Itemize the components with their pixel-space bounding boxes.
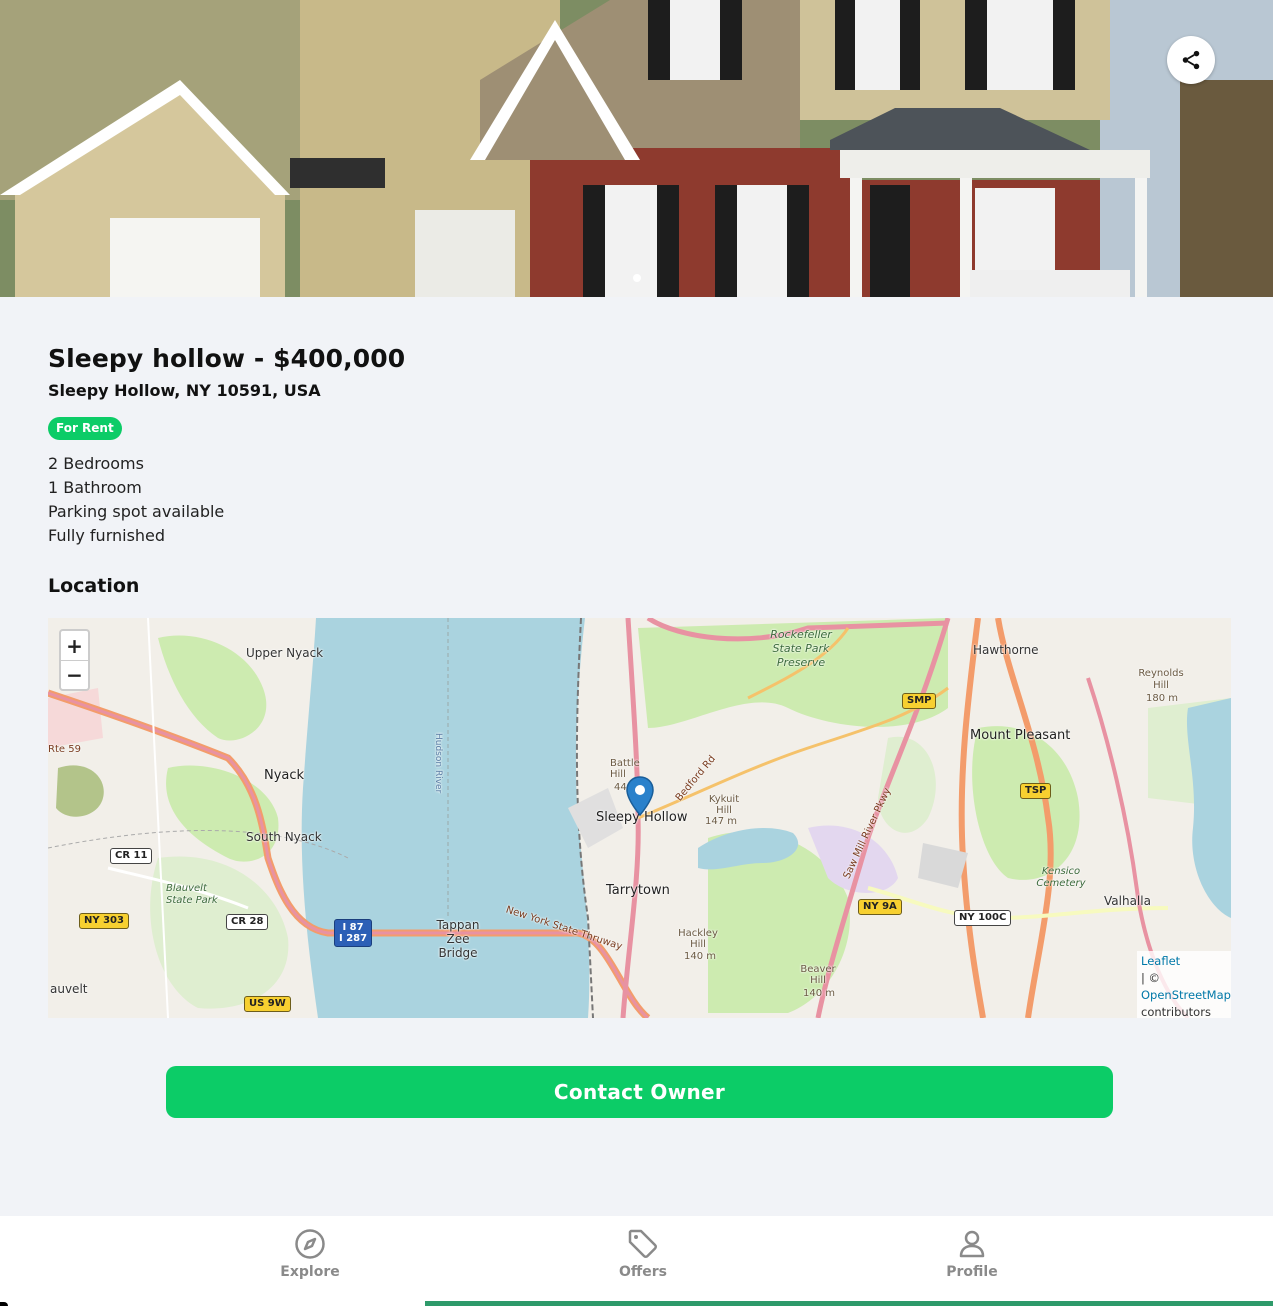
feature-item: Parking spot available (48, 502, 225, 521)
nav-active-indicator (425, 1301, 1273, 1306)
house-image (0, 0, 1273, 297)
nav-item-explore[interactable]: Explore (250, 1228, 370, 1280)
map-label-beaver-elev: 140 m (803, 988, 836, 999)
share-button[interactable] (1167, 36, 1215, 84)
map-label-blauvelt: auvelt (50, 982, 88, 996)
feature-item: 1 Bathroom (48, 478, 142, 497)
map-shield-i87: I 87 I 287 (334, 919, 373, 947)
map-label-nyack: Nyack (264, 768, 305, 783)
listing-address: Sleepy Hollow, NY 10591, USA (48, 381, 321, 400)
map-label-kykuit-elev: 147 m (705, 816, 738, 827)
feature-item: Fully furnished (48, 526, 166, 545)
map-zoom-control: + − (59, 629, 90, 691)
map-label-hackley-elev: 140 m (684, 951, 717, 962)
map-label-reynolds-elev: 180 m (1146, 693, 1179, 704)
map-shield-tsp: TSP (1020, 783, 1052, 799)
map-label-valhalla: Valhalla (1104, 894, 1151, 908)
map-label-upper-nyack: Upper Nyack (246, 646, 324, 660)
map-label-hawthorne: Hawthorne (973, 643, 1039, 657)
map-shield-us9w: US 9W (244, 996, 291, 1012)
map-label-reynolds: Reynolds Hill (1138, 668, 1184, 691)
map-shield-smp: SMP (902, 693, 937, 709)
map-label-hackley: Hackley Hill (678, 928, 718, 950)
feature-list: 2 Bedrooms 1 Bathroom Parking spot avail… (48, 452, 1231, 548)
osm-link[interactable]: OpenStreetMap (1141, 988, 1231, 1002)
attribution-contributors: contributors (1141, 1005, 1211, 1018)
map-label-rockefeller: Rockefeller State Park Preserve (770, 628, 832, 669)
map-label-blauvelt-park: Blauvelt State Park (166, 883, 218, 906)
nav-label-profile: Profile (946, 1264, 998, 1280)
location-map[interactable]: Upper Nyack Nyack South Nyack Blauvelt S… (48, 618, 1231, 1018)
map-label-beaver: Beaver Hill (800, 964, 836, 986)
nav-label-offers: Offers (619, 1264, 667, 1280)
zoom-out-button[interactable]: − (61, 660, 88, 689)
map-label-south-nyack: South Nyack (246, 830, 322, 844)
map-label-tappan-zee: Tappan Zee Bridge (436, 918, 480, 960)
map-shield-i87-text: I 87 (342, 922, 364, 933)
map-shield-ny9a: NY 9A (858, 899, 902, 915)
map-label-kensico: Kensico Cemetery (1036, 866, 1086, 889)
map-label-mount-pleasant: Mount Pleasant (970, 728, 1071, 743)
map-label-kykuit: Kykuit Hill (708, 794, 740, 816)
map-label-rte59: Rte 59 (48, 744, 81, 755)
leaflet-link[interactable]: Leaflet (1141, 954, 1180, 968)
map-pin-icon (626, 776, 654, 816)
tag-icon (628, 1229, 657, 1258)
map-shield-i287-text: I 287 (339, 933, 368, 944)
status-badge: For Rent (48, 417, 122, 440)
zoom-in-button[interactable]: + (61, 631, 88, 660)
map-shield-cr28: CR 28 (226, 914, 269, 930)
bottom-navigation: Explore Offers Profile (0, 1216, 1273, 1306)
carousel-dots (0, 274, 1273, 282)
map-shield-ny303: NY 303 (79, 913, 129, 929)
map-label-hudson: Hudson River (433, 733, 443, 794)
map-shield-ny100c: NY 100C (954, 910, 1012, 926)
listing-title: Sleepy hollow - $400,000 (48, 344, 406, 373)
map-shield-cr11: CR 11 (110, 848, 153, 864)
user-icon (959, 1230, 985, 1258)
location-heading: Location (48, 575, 140, 597)
map-label-tarrytown: Tarrytown (606, 883, 670, 898)
carousel-dot[interactable] (632, 274, 641, 282)
listing-details: Sleepy hollow - $400,000 Sleepy Hollow, … (48, 340, 1231, 548)
contact-owner-button[interactable]: Contact Owner (166, 1066, 1113, 1118)
nav-item-profile[interactable]: Profile (912, 1228, 1032, 1280)
nav-label-explore: Explore (280, 1264, 340, 1280)
feature-item: 2 Bedrooms (48, 454, 144, 473)
compass-icon (295, 1229, 325, 1259)
share-icon (1182, 50, 1200, 70)
attribution-separator: | © (1141, 971, 1161, 985)
property-photo[interactable] (0, 0, 1273, 297)
nav-corner (0, 1302, 8, 1306)
map-attribution: Leaflet | © OpenStreetMap contributors (1137, 951, 1231, 1018)
map-label-battle-hill-elev: 44 (614, 782, 627, 793)
nav-item-offers[interactable]: Offers (583, 1228, 703, 1280)
